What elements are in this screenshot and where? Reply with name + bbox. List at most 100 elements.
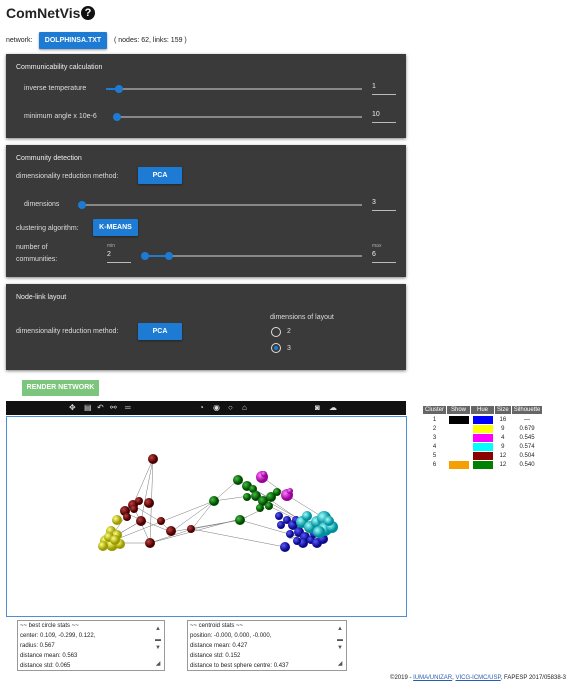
node[interactable]: [148, 454, 158, 464]
cluster-table-header-silhouette[interactable]: Silhouette: [510, 405, 544, 415]
cluster-show-toggle[interactable]: [449, 443, 469, 451]
circle-stats-textarea[interactable]: ~~ best circle stats ~~ center: 0.109, -0…: [17, 620, 165, 671]
node[interactable]: [136, 516, 146, 526]
footer-link-vicg[interactable]: VICG-ICMC/USP: [455, 675, 500, 681]
cluster-table-header-cluster[interactable]: Cluster: [421, 405, 448, 415]
node[interactable]: [287, 488, 293, 494]
network-3d-viewport[interactable]: [6, 416, 407, 617]
resize-handle-icon[interactable]: ◢: [153, 659, 163, 669]
nodelink-header: Node-link layout: [16, 294, 67, 301]
scroll-down-icon[interactable]: ▼: [153, 643, 163, 653]
dimensions-slider[interactable]: [78, 201, 86, 209]
node[interactable]: [313, 526, 325, 538]
stats-line: center: 0.109, -0.299, 0.122,: [20, 633, 96, 639]
centroid-stats-textarea[interactable]: ~~ centroid stats ~~ position: -0.000, 0.…: [187, 620, 347, 671]
node[interactable]: [166, 526, 176, 536]
cluster-show-toggle[interactable]: [448, 460, 469, 469]
target-icon[interactable]: ◉: [213, 404, 220, 412]
cluster-show-toggle[interactable]: [448, 415, 469, 424]
link-icon[interactable]: ⚯: [110, 404, 117, 412]
node[interactable]: [243, 493, 251, 501]
community-dimred-button[interactable]: PCA: [138, 167, 182, 184]
min-caption: min: [107, 243, 116, 249]
node[interactable]: [273, 488, 281, 496]
render-network-button[interactable]: RENDER NETWORK: [22, 380, 99, 396]
node[interactable]: [233, 475, 243, 485]
communities-min-slider[interactable]: [141, 252, 149, 260]
stats-line: ~~ best circle stats ~~: [20, 623, 79, 629]
min-angle-input[interactable]: 10: [372, 111, 396, 123]
footer-link-iuma[interactable]: IUMA/UNIZAR: [413, 675, 452, 681]
cluster-hue-swatch[interactable]: [472, 424, 493, 433]
cluster-show-toggle[interactable]: [449, 434, 469, 442]
node[interactable]: [277, 521, 285, 529]
cluster-hue-cell: [471, 442, 495, 451]
node[interactable]: [110, 535, 120, 545]
cluster-show-toggle[interactable]: [449, 452, 469, 460]
node[interactable]: [157, 517, 165, 525]
min-angle-track: [117, 116, 362, 118]
node[interactable]: [256, 504, 264, 512]
resize-handle-icon[interactable]: ◢: [335, 659, 345, 669]
max-communities-input[interactable]: 6: [372, 251, 396, 263]
cluster-table-header-hue[interactable]: Hue: [470, 405, 496, 415]
node[interactable]: [98, 541, 108, 551]
network-file-button[interactable]: DOLPHINSA.TXT: [39, 32, 107, 49]
cluster-hue-swatch[interactable]: [472, 442, 493, 451]
cluster-hue-swatch[interactable]: [472, 415, 493, 424]
circle-icon[interactable]: ○: [228, 404, 233, 412]
num-communities-label-2: communities:: [16, 256, 58, 263]
node[interactable]: [144, 498, 154, 508]
layout-dim-3-radio[interactable]: [271, 343, 281, 353]
undo-icon[interactable]: ↶: [97, 404, 104, 412]
node[interactable]: [130, 505, 138, 513]
cloud-upload-icon[interactable]: ☁: [329, 404, 337, 412]
home-icon[interactable]: ⌂: [242, 404, 247, 412]
nodelink-dimred-label: dimensionality reduction method:: [16, 328, 119, 335]
node[interactable]: [261, 471, 267, 477]
cluster-hue-swatch[interactable]: [472, 460, 493, 469]
inverse-temperature-slider[interactable]: [114, 85, 123, 93]
cluster-table-header-show[interactable]: Show: [446, 405, 472, 415]
camera-icon[interactable]: ◙: [315, 404, 320, 412]
node[interactable]: [123, 513, 131, 521]
cluster-silhouette: 0.574: [519, 443, 535, 450]
dimensions-input[interactable]: 3: [372, 199, 396, 211]
node[interactable]: [209, 496, 219, 506]
compass-icon[interactable]: ◔: [199, 404, 204, 412]
nodelink-dimred-button[interactable]: PCA: [138, 323, 182, 340]
scroll-up-icon[interactable]: ▲: [153, 624, 163, 634]
cluster-hue-cell: [471, 460, 495, 469]
min-angle-slider[interactable]: [113, 113, 121, 121]
communities-max-slider[interactable]: [164, 252, 173, 260]
node[interactable]: [280, 542, 290, 552]
node[interactable]: [302, 511, 312, 521]
stats-line: distance mean: 0.563: [20, 653, 78, 659]
layout-dim-2-radio[interactable]: [271, 327, 281, 337]
cluster-hue-swatch[interactable]: [472, 433, 493, 442]
node[interactable]: [145, 538, 155, 548]
node[interactable]: [135, 497, 143, 505]
network-graph[interactable]: [7, 417, 406, 616]
cluster-table-header-size[interactable]: Size: [494, 405, 512, 415]
stats-line: ~~ centroid stats ~~: [190, 623, 244, 629]
menu-icon[interactable]: ═: [125, 404, 131, 412]
scroll-down-icon[interactable]: ▼: [335, 643, 345, 653]
clustering-button[interactable]: K-MEANS: [93, 219, 138, 236]
node[interactable]: [265, 502, 273, 510]
inverse-temperature-input[interactable]: 1: [372, 83, 396, 95]
node[interactable]: [275, 512, 283, 520]
help-icon[interactable]: ?: [81, 6, 95, 20]
cluster-hue-swatch[interactable]: [472, 451, 493, 460]
zoom-box-icon[interactable]: ▤: [84, 404, 92, 412]
cluster-show-toggle[interactable]: [449, 425, 469, 433]
move-icon[interactable]: ✥: [69, 404, 76, 412]
scroll-up-icon[interactable]: ▲: [335, 624, 345, 634]
node[interactable]: [235, 515, 245, 525]
node[interactable]: [286, 530, 294, 538]
node[interactable]: [293, 537, 301, 545]
node[interactable]: [187, 525, 195, 533]
min-communities-input[interactable]: 2: [107, 251, 131, 263]
node[interactable]: [112, 515, 122, 525]
node[interactable]: [324, 516, 334, 526]
